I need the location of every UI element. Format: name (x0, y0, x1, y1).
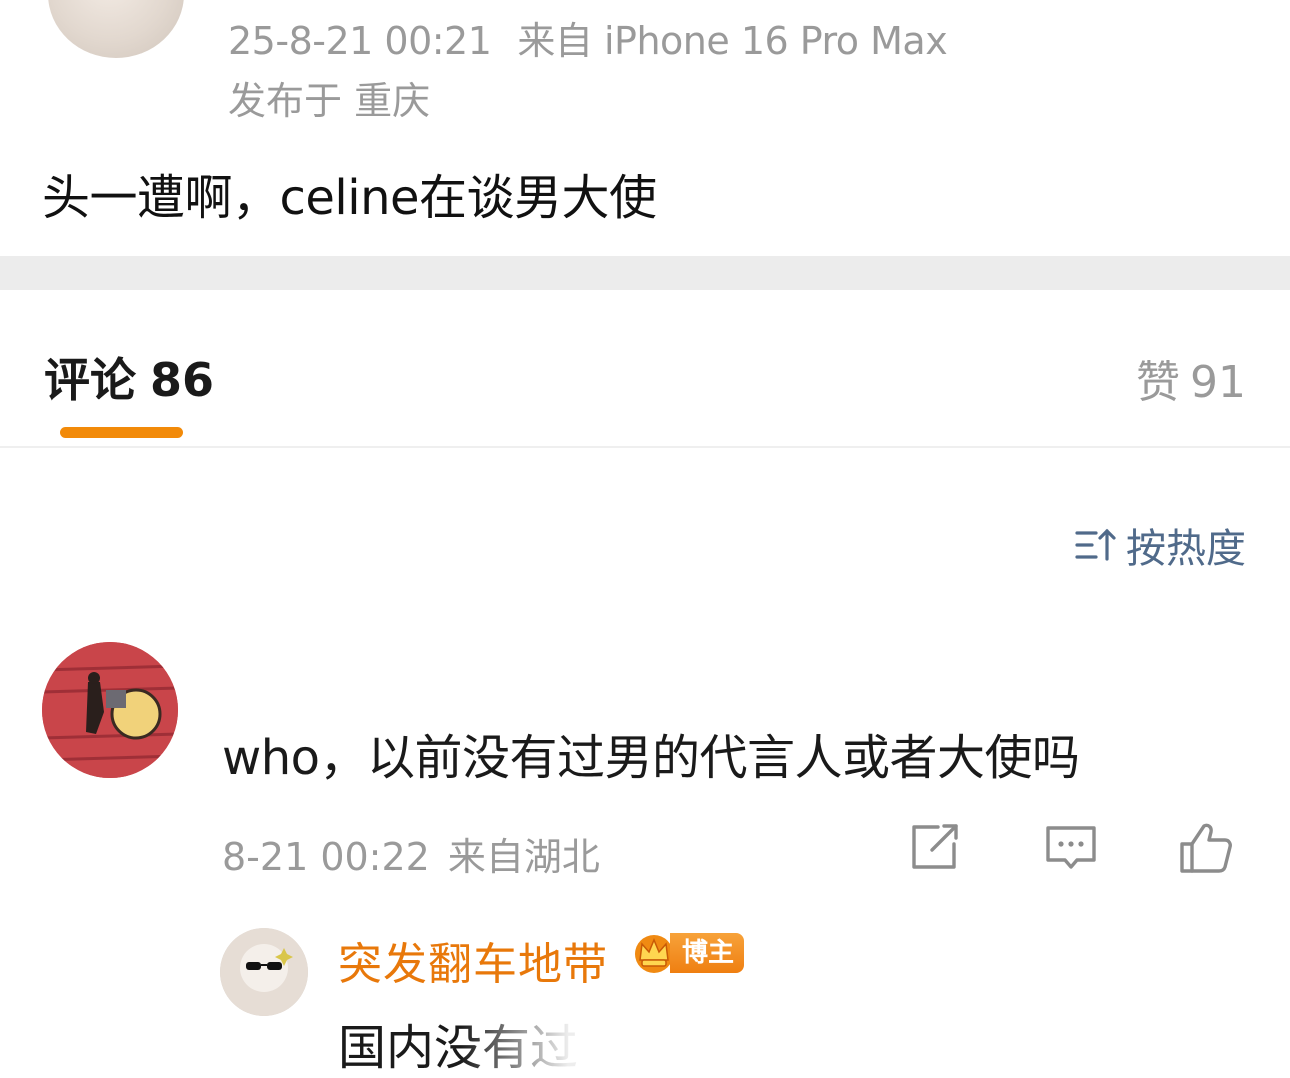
share-icon (912, 824, 958, 869)
comment-time: 8-21 00:22 (222, 835, 430, 879)
tab-comments-label: 评论 (44, 353, 136, 407)
comment-icon (1046, 826, 1096, 869)
comment-text: who，以前没有过男的代言人或者大使吗 (222, 730, 1080, 786)
like-icon (1180, 823, 1232, 873)
commenter-avatar[interactable] (42, 642, 178, 778)
post-text: 头一遭啊，celine在谈男大使 (42, 170, 657, 226)
share-button[interactable] (908, 820, 964, 876)
tab-likes-count: 91 (1190, 357, 1246, 408)
post-meta: 25-8-21 00:21 来自 iPhone 16 Pro Max (228, 10, 948, 65)
comment-meta: 8-21 00:22 来自湖北 (222, 826, 600, 881)
active-tab-indicator (60, 427, 183, 438)
post-author-avatar[interactable] (48, 0, 184, 58)
reply-author-avatar[interactable] (220, 928, 308, 1016)
avatar-watermark (62, 26, 172, 44)
tab-likes[interactable]: 赞 91 (1136, 346, 1246, 410)
reply-button[interactable] (1043, 820, 1099, 876)
sort-label: 按热度 (1126, 526, 1246, 572)
sort-button[interactable]: 按热度 (1074, 520, 1246, 572)
commenter-avatar-image (42, 642, 178, 778)
blogger-badge: 博主 (632, 930, 745, 976)
like-button[interactable] (1178, 820, 1234, 876)
post-location: 发布于 重庆 (228, 79, 431, 123)
sort-icon (1075, 528, 1116, 561)
tab-likes-label: 赞 (1136, 357, 1180, 408)
reply-username[interactable]: 突发翻车地带 (338, 928, 608, 992)
comment-location: 来自湖北 (447, 835, 600, 879)
section-divider (0, 256, 1290, 290)
tab-comments-count: 86 (150, 353, 215, 407)
reply-fade-overlay (460, 1012, 820, 1078)
badge-label: 博主 (670, 933, 745, 973)
post-source: 来自 iPhone 16 Pro Max (517, 19, 948, 63)
tab-comments[interactable]: 评论 86 (44, 344, 214, 410)
tabs-divider (0, 446, 1290, 448)
post-timestamp: 25-8-21 00:21 (228, 19, 492, 63)
reply-avatar-image (220, 928, 308, 1016)
